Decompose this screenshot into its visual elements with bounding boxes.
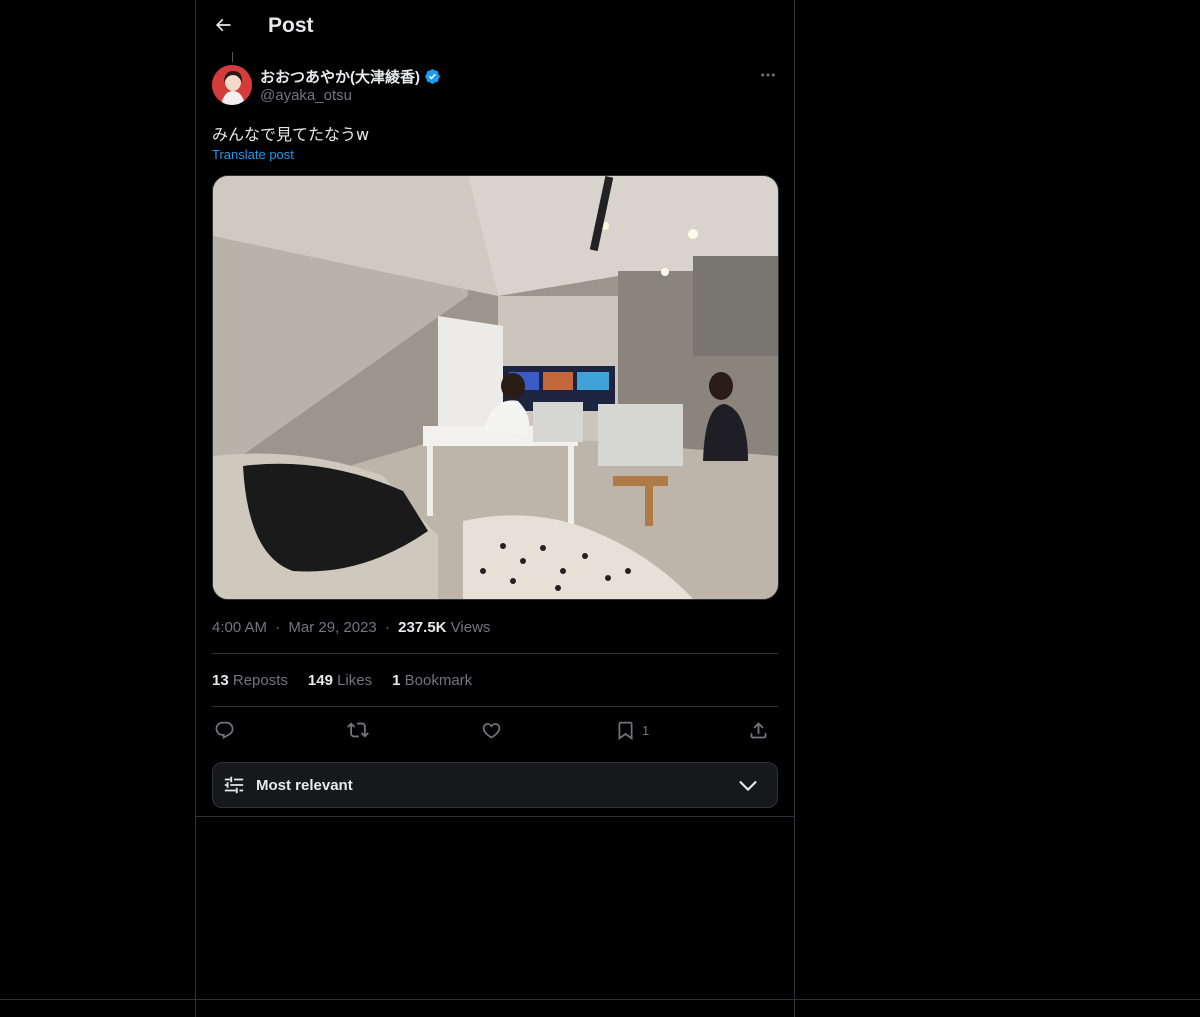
tweet-meta: 4:00 AM · Mar 29, 2023 · 237.5K Views [212, 619, 490, 636]
bookmarks-label: Bookmark [404, 672, 473, 689]
divider [212, 706, 778, 707]
author-name[interactable]: おおつあやか(大津綾香) [260, 66, 441, 87]
likes-stat[interactable]: 149 Likes [308, 672, 372, 689]
bookmarks-stat[interactable]: 1 Bookmark [392, 672, 472, 689]
reply-button[interactable] [214, 719, 235, 741]
meta-separator: · [275, 619, 281, 636]
reposts-count: 13 [212, 672, 229, 689]
tweet-date[interactable]: Mar 29, 2023 [288, 619, 376, 636]
tweet-text: みんなで見てたなうw [212, 125, 370, 144]
bookmarks-count: 1 [392, 672, 401, 689]
bottom-divider [0, 999, 1200, 1000]
reposts-stat[interactable]: 13 Reposts [212, 672, 288, 689]
author-display-name: おおつあやか(大津綾香) [260, 69, 420, 86]
views-count: 237.5K [398, 619, 447, 636]
chevron-down-icon [739, 780, 757, 792]
thread-connector [232, 52, 233, 62]
likes-count: 149 [307, 672, 333, 689]
tweet-photo[interactable] [212, 175, 779, 600]
action-bar: 1 [212, 716, 778, 746]
reposts-label: Reposts [232, 672, 288, 689]
reply-sort-dropdown[interactable]: Most relevant [212, 762, 778, 808]
back-arrow-icon [215, 18, 231, 32]
verified-badge-icon [425, 69, 440, 84]
back-button[interactable] [209, 11, 237, 39]
sliders-icon [224, 776, 244, 794]
bookmark-button[interactable]: 1 [615, 719, 649, 741]
bookmark-icon [618, 721, 633, 740]
divider [196, 816, 794, 817]
translate-link[interactable]: Translate post [212, 147, 294, 162]
like-button[interactable] [481, 719, 502, 741]
sort-label: Most relevant [256, 777, 353, 794]
share-icon [750, 721, 767, 738]
share-button[interactable] [748, 719, 769, 741]
more-icon [761, 73, 775, 77]
page-header: Post [196, 0, 794, 53]
primary-column: Post おおつあやか(大津綾香) @ayaka_otsu みんなで見てたなうw… [195, 0, 795, 1017]
views-label: Views [450, 619, 491, 636]
author-handle[interactable]: @ayaka_otsu [260, 87, 352, 104]
likes-label: Likes [337, 672, 373, 689]
avatar[interactable] [212, 65, 252, 105]
reply-icon [215, 721, 234, 739]
divider [212, 653, 778, 654]
page-title: Post [268, 14, 314, 37]
repost-button[interactable] [347, 719, 369, 741]
bookmark-count: 1 [642, 722, 650, 738]
like-icon [482, 722, 501, 739]
meta-separator: · [384, 619, 390, 636]
more-button[interactable] [756, 64, 780, 86]
engagement-stats: 13 Reposts 149 Likes 1 Bookmark [212, 672, 472, 689]
repost-icon [347, 722, 369, 738]
tweet-time[interactable]: 4:00 AM [212, 619, 267, 636]
